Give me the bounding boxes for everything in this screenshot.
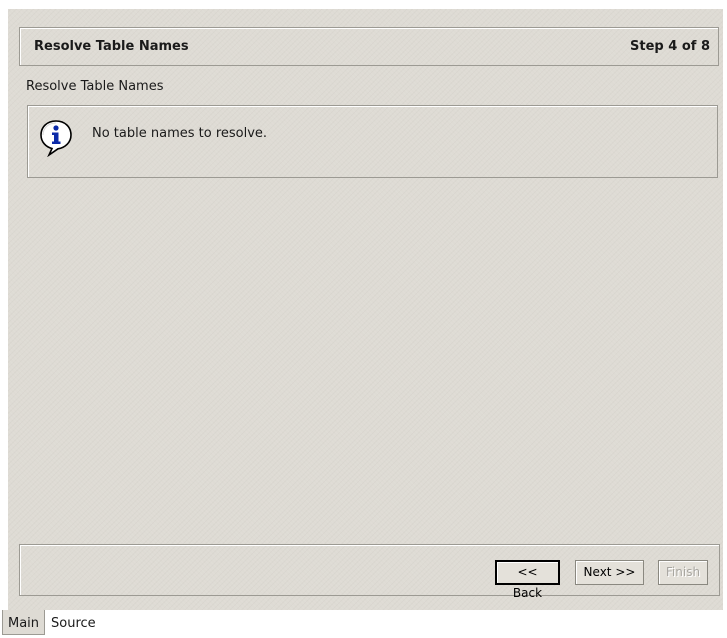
back-button[interactable]: << Back (495, 560, 560, 600)
finish-button[interactable]: Finish (658, 560, 708, 585)
next-button[interactable]: Next >> (575, 560, 644, 585)
wizard-header: Resolve Table Names Step 4 of 8 (19, 27, 719, 66)
message-box: No table names to resolve. (27, 105, 718, 178)
wizard-step-indicator: Step 4 of 8 (630, 39, 710, 54)
editor-tabs: Main Source (0, 610, 727, 635)
tab-main[interactable]: Main (2, 610, 46, 635)
wizard-title: Resolve Table Names (34, 39, 189, 54)
tab-source[interactable]: Source (46, 610, 101, 635)
section-label: Resolve Table Names (26, 79, 164, 94)
info-icon (40, 120, 72, 157)
button-bar: << Back Next >> Finish (19, 544, 720, 600)
message-text: No table names to resolve. (92, 126, 268, 141)
wizard-panel: Resolve Table Names Step 4 of 8 Resolve … (8, 9, 723, 610)
